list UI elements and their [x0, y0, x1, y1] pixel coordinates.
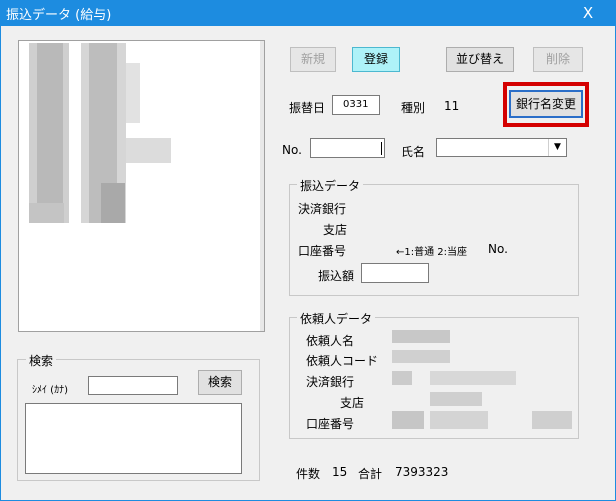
kind-value: 11: [444, 99, 460, 113]
requester-branch-label: 支店: [340, 396, 365, 410]
amount-input[interactable]: [361, 263, 429, 283]
text-cursor: [381, 142, 382, 155]
requester-name-label: 依頼人名: [306, 334, 355, 348]
highlight-box: [503, 82, 589, 127]
register-button[interactable]: 登録: [352, 47, 400, 72]
count-value: 15: [332, 465, 348, 479]
chevron-down-icon[interactable]: ▼: [548, 139, 566, 156]
transfer-date-value: 0331: [343, 99, 369, 110]
amount-label: 振込額: [318, 269, 355, 283]
kana-label: ｼﾒｲ (ｶﾅ): [32, 385, 68, 396]
account-type-note: ←1:普通 2:当座: [396, 247, 468, 258]
transfer-bank-label: 決済銀行: [298, 202, 347, 216]
transfer-data-legend: 振込データ: [297, 177, 364, 194]
requester-data-legend: 依頼人データ: [297, 310, 376, 327]
name-select[interactable]: ▼: [436, 138, 567, 157]
delete-button[interactable]: 削除: [533, 47, 583, 72]
no-label: No.: [282, 143, 302, 157]
transfer-no-label: No.: [488, 242, 508, 256]
kana-input[interactable]: [88, 376, 178, 395]
name-label: 氏名: [401, 145, 426, 159]
list-scrollbar[interactable]: [260, 41, 264, 331]
total-value: 7393323: [395, 465, 449, 479]
search-results-list[interactable]: [25, 403, 242, 474]
requester-account-label: 口座番号: [306, 417, 355, 431]
transfer-date-input[interactable]: 0331: [332, 95, 380, 115]
no-input[interactable]: [310, 138, 385, 158]
requester-code-label: 依頼人コード: [306, 354, 379, 368]
kind-label: 種別: [401, 101, 426, 115]
count-label: 件数: [296, 467, 321, 481]
transfer-date-label: 振替日: [289, 101, 326, 115]
sort-button[interactable]: 並び替え: [446, 47, 514, 72]
blurred-requester-values: [392, 330, 572, 430]
requester-bank-label: 決済銀行: [306, 375, 355, 389]
title-bar: 振込データ (給与) X: [0, 0, 616, 26]
window-title: 振込データ (給与): [6, 8, 112, 23]
employee-list[interactable]: [18, 40, 265, 332]
new-button[interactable]: 新規: [290, 47, 336, 72]
blurred-list-content: [29, 43, 179, 223]
transfer-account-label: 口座番号: [298, 244, 347, 258]
transfer-branch-label: 支店: [323, 223, 348, 237]
search-legend: 検索: [26, 352, 57, 369]
total-label: 合計: [358, 467, 383, 481]
search-button[interactable]: 検索: [198, 370, 242, 395]
close-icon[interactable]: X: [566, 0, 610, 26]
